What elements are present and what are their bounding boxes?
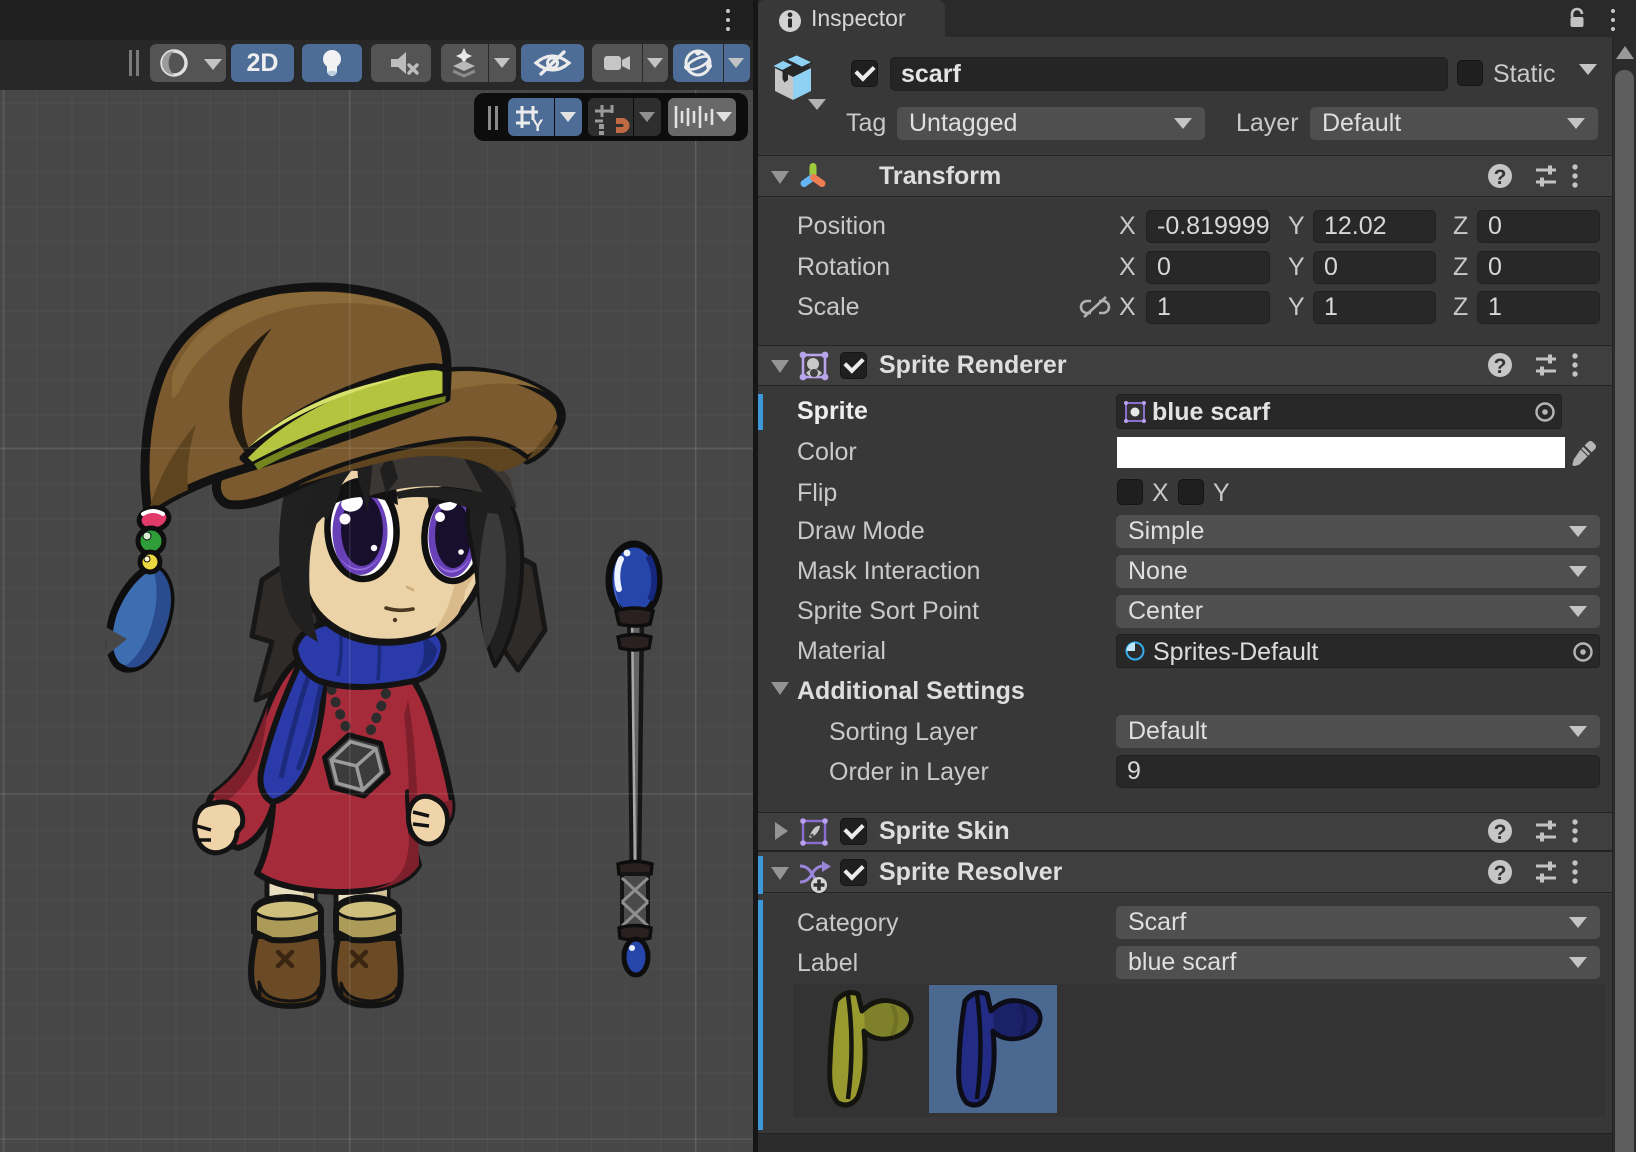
svg-text:Y: Y xyxy=(532,116,544,135)
svg-text:?: ? xyxy=(1494,862,1507,885)
svg-text:?: ? xyxy=(1494,821,1507,844)
svg-text:?: ? xyxy=(1494,166,1507,189)
svg-text:?: ? xyxy=(1494,355,1507,378)
